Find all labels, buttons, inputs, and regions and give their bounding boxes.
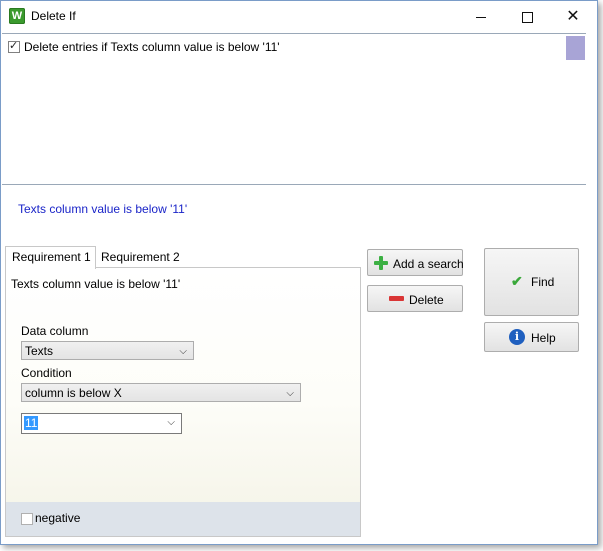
entry-label: Delete entries if Texts column value is … xyxy=(24,40,280,54)
minimize-button[interactable] xyxy=(458,1,504,32)
scrollbar-thumb[interactable] xyxy=(566,36,585,60)
entries-list[interactable]: Delete entries if Texts column value is … xyxy=(2,33,586,185)
delete-if-window: W Delete If ✕ Delete entries if Texts co… xyxy=(0,0,598,545)
add-search-button[interactable]: Add a search xyxy=(367,249,464,276)
title-bar[interactable]: W Delete If ✕ xyxy=(1,1,597,32)
window-title: Delete If xyxy=(31,9,76,23)
find-button[interactable]: ✔ Find xyxy=(484,248,579,316)
condition-select[interactable]: column is below X ⌵ xyxy=(21,383,301,402)
requirement-description: Texts column value is below '11' xyxy=(11,277,181,291)
help-button[interactable]: i Help xyxy=(484,322,579,352)
check-icon: ✔ xyxy=(511,273,523,289)
minus-icon xyxy=(389,296,404,301)
negative-checkbox[interactable] xyxy=(21,513,33,525)
minimize-icon xyxy=(476,17,486,19)
tab-requirement-2[interactable]: Requirement 2 xyxy=(95,247,186,268)
chevron-down-icon: ⌵ xyxy=(286,388,294,399)
close-icon: ✕ xyxy=(566,8,580,25)
condition-label: Condition xyxy=(21,366,72,380)
chevron-down-icon[interactable]: ⌵ xyxy=(167,417,175,428)
maximize-button[interactable] xyxy=(504,1,550,32)
summary-text: Texts column value is below '11' xyxy=(18,202,188,216)
condition-value: column is below X xyxy=(25,386,122,400)
app-icon: W xyxy=(9,8,25,24)
plus-icon xyxy=(374,256,388,270)
data-column-value: Texts xyxy=(25,344,54,358)
help-label: Help xyxy=(531,331,556,345)
delete-label: Delete xyxy=(409,293,444,307)
data-column-label: Data column xyxy=(21,324,89,338)
requirement-panel: Texts column value is below '11' Data co… xyxy=(5,267,361,537)
close-button[interactable]: ✕ xyxy=(550,1,596,32)
maximize-icon xyxy=(521,12,533,24)
value-combobox[interactable]: 11 ⌵ xyxy=(21,413,182,434)
data-column-select[interactable]: Texts ⌵ xyxy=(21,341,194,360)
negative-label: negative xyxy=(35,511,81,525)
info-icon: i xyxy=(509,329,525,345)
entry-checkbox[interactable] xyxy=(8,39,20,53)
tab-requirement-1[interactable]: Requirement 1 xyxy=(5,246,96,269)
add-search-label: Add a search xyxy=(393,257,464,271)
value-input-text[interactable]: 11 xyxy=(24,416,39,430)
delete-button[interactable]: Delete xyxy=(367,285,463,312)
chevron-down-icon: ⌵ xyxy=(179,346,187,357)
find-label: Find xyxy=(531,275,555,289)
